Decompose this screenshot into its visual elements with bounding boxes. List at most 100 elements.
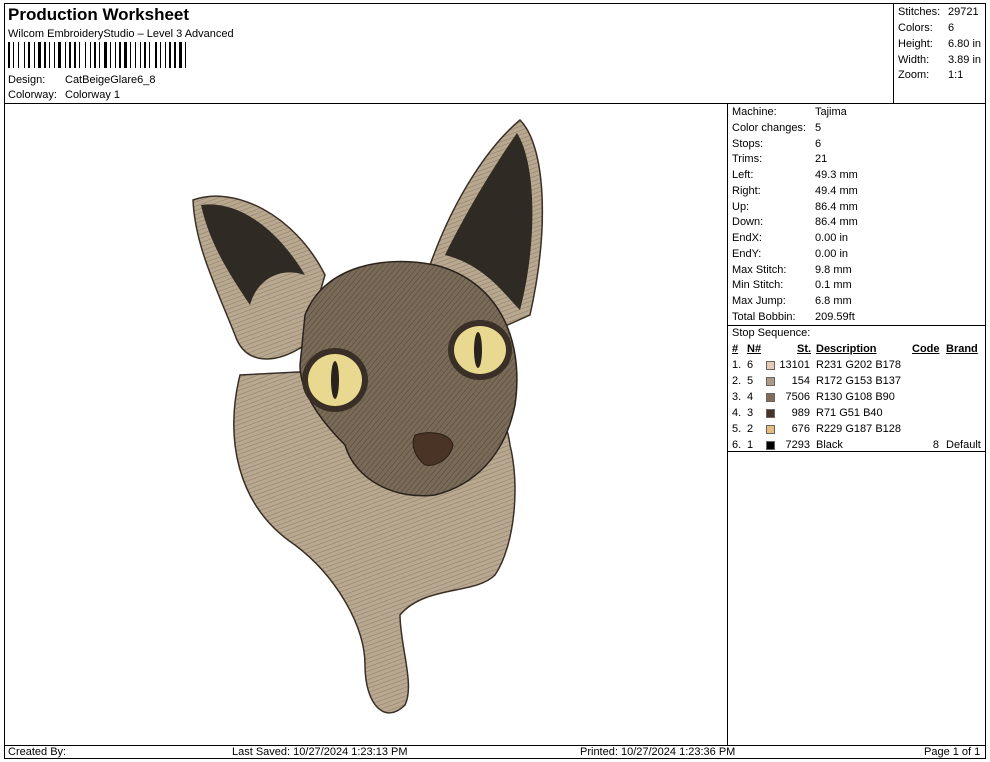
barcode-bar xyxy=(140,42,141,68)
design-label: Design: xyxy=(8,74,46,86)
barcode-bar xyxy=(18,42,19,68)
barcode-bar xyxy=(13,42,14,68)
stat-width-value: 3.89 in xyxy=(948,54,982,66)
stop-row-description: R71 G51 B40 xyxy=(816,407,883,419)
stats-divider xyxy=(893,3,894,103)
stop-row-stitches: 989 xyxy=(791,407,810,419)
barcode-bar xyxy=(44,42,46,68)
stat-height-label: Height: xyxy=(898,38,933,50)
info-endx-value: 0.00 in xyxy=(815,232,849,244)
stop-row-description: R172 G153 B137 xyxy=(816,375,902,387)
stat-stitches-label: Stitches: xyxy=(898,6,941,18)
barcode-bar xyxy=(65,42,66,68)
info-left-label: Left: xyxy=(732,169,754,181)
info-color-changes-label: Color changes: xyxy=(732,122,806,134)
barcode-bar xyxy=(130,42,131,68)
info-total-bobbin-label: Total Bobbin: xyxy=(732,311,796,323)
footer-divider xyxy=(4,745,986,746)
barcode-bar xyxy=(99,42,100,68)
stop-row-description: R130 G108 B90 xyxy=(816,391,895,403)
barcode-bar xyxy=(54,42,55,68)
colorway-label: Colorway: xyxy=(8,89,57,101)
stop-row-stitches: 154 xyxy=(791,375,810,387)
barcode-bar xyxy=(69,42,71,68)
info-trims-value: 21 xyxy=(815,153,828,165)
info-trims-label: Trims: xyxy=(732,153,763,165)
cat-left-eye xyxy=(302,348,368,412)
app-subtitle: Wilcom EmbroideryStudio – Level 3 Advanc… xyxy=(8,28,234,40)
info-total-bobbin-value: 209.59ft xyxy=(815,311,855,323)
col-header-needle: N# xyxy=(747,343,762,355)
barcode-bar xyxy=(149,42,150,68)
colorway-value: Colorway 1 xyxy=(65,89,121,101)
color-swatch xyxy=(766,441,775,450)
info-min-stitch-value: 0.1 mm xyxy=(815,279,852,291)
barcode-bar xyxy=(119,42,121,68)
stop-row-number: 6. xyxy=(732,439,742,451)
stat-width-label: Width: xyxy=(898,54,930,66)
stop-row-needle: 4 xyxy=(747,391,754,403)
barcode xyxy=(8,42,186,68)
footer-page-number: Page 1 of 1 xyxy=(924,746,981,758)
info-max-jump-label: Max Jump: xyxy=(732,295,786,307)
barcode-bar xyxy=(79,42,80,68)
info-endy-label: EndY: xyxy=(732,248,762,260)
info-max-stitch-label: Max Stitch: xyxy=(732,264,787,276)
barcode-bar xyxy=(90,42,91,68)
color-swatch xyxy=(766,409,775,418)
footer-last-saved: Last Saved: 10/27/2024 1:23:13 PM xyxy=(232,746,408,758)
stop-row-description: R231 G202 B178 xyxy=(816,359,902,371)
stop-row-stitches: 13101 xyxy=(779,359,810,371)
barcode-bar xyxy=(104,42,107,68)
header-divider xyxy=(4,103,986,104)
col-header-brand: Brand xyxy=(946,343,978,355)
info-down-value: 86.4 mm xyxy=(815,216,858,228)
barcode-bar xyxy=(8,42,10,68)
barcode-bar xyxy=(155,42,157,68)
stop-row-stitches: 7293 xyxy=(785,439,810,451)
stat-height-value: 6.80 in xyxy=(948,38,982,50)
footer-created-by: Created By: xyxy=(8,746,67,758)
page-title: Production Worksheet xyxy=(8,5,190,24)
info-endx-label: EndX: xyxy=(732,232,762,244)
barcode-bar xyxy=(144,42,146,68)
color-swatch xyxy=(766,377,775,386)
stop-row-number: 5. xyxy=(732,423,742,435)
design-value: CatBeigeGlare6_8 xyxy=(65,74,156,86)
barcode-bar xyxy=(49,42,50,68)
stop-row-needle: 3 xyxy=(747,407,754,419)
info-down-label: Down: xyxy=(732,216,764,228)
stop-row-needle: 5 xyxy=(747,375,754,387)
stop-row-code: 8 xyxy=(932,439,939,451)
barcode-bar xyxy=(28,42,30,68)
col-header-code: Code xyxy=(912,343,940,355)
info-machine-value: Tajima xyxy=(815,106,847,118)
barcode-bar xyxy=(135,42,136,68)
info-max-stitch-value: 9.8 mm xyxy=(815,264,852,276)
info-stops-label: Stops: xyxy=(732,138,764,150)
info-right-value: 49.4 mm xyxy=(815,185,858,197)
stop-row-needle: 1 xyxy=(747,439,754,451)
stat-zoom-value: 1:1 xyxy=(948,69,964,81)
info-color-changes-value: 5 xyxy=(815,122,822,134)
info-right-label: Right: xyxy=(732,185,761,197)
stop-row-number: 1. xyxy=(732,359,742,371)
barcode-bar xyxy=(94,42,96,68)
stop-row-brand: Default xyxy=(946,439,981,451)
stop-row-needle: 2 xyxy=(747,423,754,435)
info-endy-value: 0.00 in xyxy=(815,248,849,260)
panel-divider xyxy=(727,103,728,746)
barcode-bar xyxy=(34,42,35,68)
stop-row-stitches: 7506 xyxy=(785,391,810,403)
stat-stitches-value: 29721 xyxy=(948,6,979,18)
barcode-bar xyxy=(58,42,61,68)
footer-printed: Printed: 10/27/2024 1:23:36 PM xyxy=(580,746,736,758)
color-swatch xyxy=(766,393,775,402)
col-header-stitches: St. xyxy=(797,343,812,355)
cat-right-eye xyxy=(448,320,512,380)
stat-zoom-label: Zoom: xyxy=(898,69,930,81)
barcode-bar xyxy=(165,42,166,68)
info-up-label: Up: xyxy=(732,201,750,213)
color-swatch xyxy=(766,361,775,370)
stop-row-stitches: 676 xyxy=(791,423,810,435)
